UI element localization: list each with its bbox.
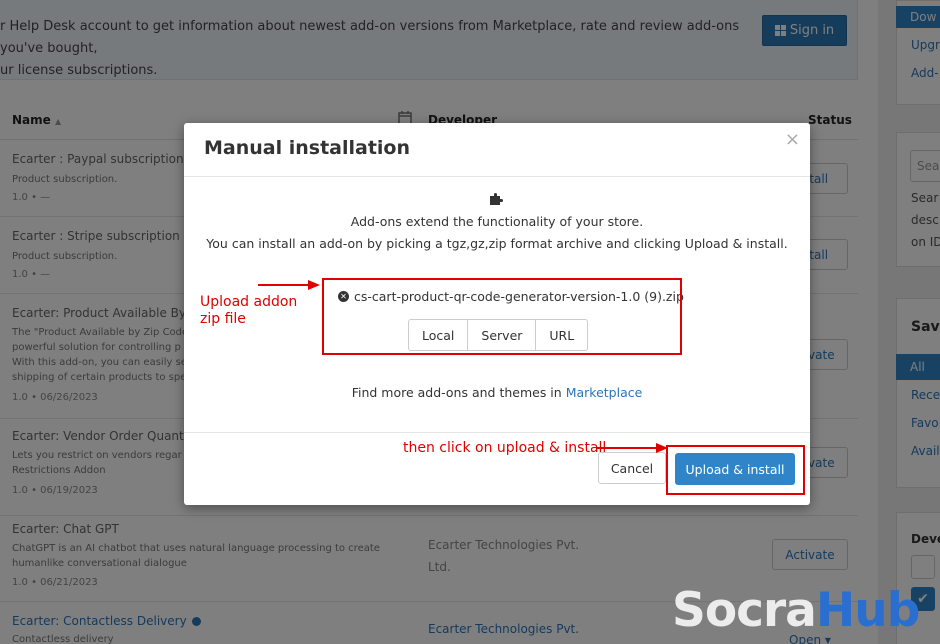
arrow-icon — [258, 280, 320, 290]
arrow-icon — [597, 443, 668, 453]
socrahub-watermark: SocraHub — [672, 583, 920, 638]
annotation-arrows — [258, 280, 668, 453]
